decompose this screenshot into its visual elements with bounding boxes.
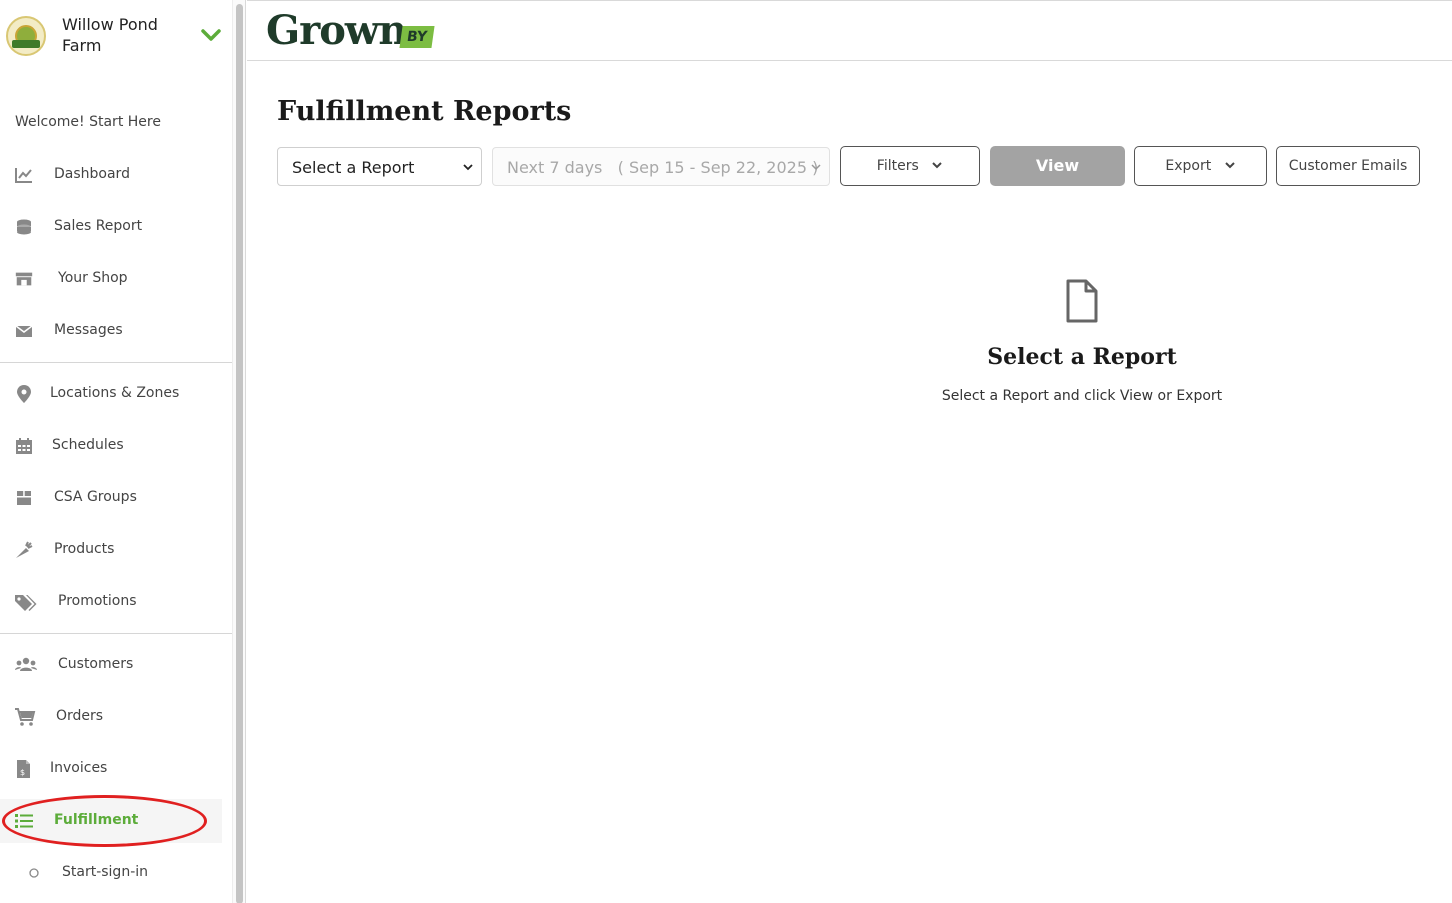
sidebar-item-label: Sales Report <box>54 218 143 234</box>
empty-state: Select a Report Select a Report and clic… <box>880 278 1284 404</box>
sidebar-divider <box>0 633 232 634</box>
calendar-icon <box>16 438 32 454</box>
document-icon <box>1066 279 1098 323</box>
filters-button[interactable]: Filters <box>840 146 980 186</box>
chevron-down-icon <box>811 164 821 171</box>
carrot-icon <box>16 541 33 558</box>
sidebar-item-sales-report[interactable]: Sales Report <box>0 205 222 249</box>
date-range-select[interactable]: Next 7 days ( Sep 15 - Sep 22, 2025 ) <box>492 147 830 186</box>
farm-switcher[interactable]: Willow Pond Farm <box>0 0 232 72</box>
chevron-down-icon <box>932 162 942 169</box>
customer-emails-button[interactable]: Customer Emails <box>1276 146 1420 186</box>
sidebar-item-orders[interactable]: Orders <box>0 695 222 739</box>
sidebar-item-label: Locations & Zones <box>50 385 180 401</box>
sidebar-item-label: Products <box>54 541 115 557</box>
sidebar-item-label: Messages <box>54 322 123 338</box>
sidebar-item-label: Your Shop <box>58 270 128 286</box>
sidebar-item-your-shop[interactable]: Your Shop <box>0 257 222 301</box>
sidebar-item-label: Orders <box>56 708 104 724</box>
chevron-down-icon <box>1224 162 1235 169</box>
chevron-down-icon <box>463 164 473 171</box>
sidebar-item-label: CSA Groups <box>54 489 137 505</box>
filters-button-label: Filters <box>876 158 919 174</box>
sidebar-item-label: Customers <box>58 656 134 672</box>
sidebar-item-locations-zones[interactable]: Locations & Zones <box>0 372 222 416</box>
brand-logo-suffix: BY <box>399 26 435 48</box>
circle-icon <box>29 868 39 878</box>
top-bar: Grown BY <box>247 0 1452 61</box>
envelope-icon <box>15 325 33 337</box>
sidebar-item-customers[interactable]: Customers <box>0 643 222 687</box>
empty-state-title: Select a Report <box>987 344 1177 370</box>
page-title: Fulfillment Reports <box>277 96 572 127</box>
sidebar-item-promotions[interactable]: Promotions <box>0 580 222 624</box>
sidebar-divider <box>0 362 232 363</box>
sidebar-item-label: Invoices <box>50 760 108 776</box>
sidebar-scrollbar[interactable] <box>232 0 246 903</box>
farm-logo <box>6 16 46 56</box>
svg-text:$: $ <box>20 768 25 777</box>
list-icon <box>15 814 33 828</box>
chart-line-icon <box>15 168 32 183</box>
map-pin-icon <box>17 385 31 403</box>
sidebar-item-dashboard[interactable]: Dashboard <box>0 153 222 197</box>
export-button-label: Export <box>1165 158 1212 174</box>
scrollbar-thumb[interactable] <box>236 4 243 903</box>
cart-icon <box>15 708 36 726</box>
sidebar: Willow Pond Farm Welcome! Start Here Das… <box>0 0 232 903</box>
chevron-down-icon[interactable] <box>200 24 222 46</box>
store-icon <box>15 272 33 286</box>
view-button[interactable]: View <box>990 146 1125 186</box>
sidebar-item-label: Promotions <box>58 593 137 609</box>
empty-state-subtitle: Select a Report and click View or Export <box>941 388 1223 404</box>
sidebar-item-invoices[interactable]: $ Invoices <box>0 747 222 791</box>
users-icon <box>15 657 37 671</box>
box-icon <box>17 491 31 505</box>
export-button[interactable]: Export <box>1134 146 1267 186</box>
report-select-value: Select a Report <box>292 158 415 177</box>
sidebar-item-start-sign-in[interactable]: Start-sign-in <box>0 851 222 895</box>
sidebar-item-fulfillment[interactable]: Fulfillment <box>0 799 222 843</box>
sidebar-item-csa-groups[interactable]: CSA Groups <box>0 476 222 520</box>
coins-icon <box>17 219 31 235</box>
report-select[interactable]: Select a Report <box>277 147 482 186</box>
invoice-icon: $ <box>17 760 30 778</box>
sidebar-item-messages[interactable]: Messages <box>0 309 222 353</box>
sidebar-item-label: Start-sign-in <box>62 864 149 880</box>
sidebar-item-schedules[interactable]: Schedules <box>0 424 222 468</box>
tags-icon <box>15 595 37 611</box>
sidebar-item-products[interactable]: Products <box>0 528 222 572</box>
sidebar-item-label: Dashboard <box>54 166 130 182</box>
brand-logo[interactable]: Grown <box>266 7 407 55</box>
sidebar-item-label: Fulfillment <box>54 812 139 828</box>
farm-name: Willow Pond Farm <box>62 15 158 55</box>
date-range-dates: ( Sep 15 - Sep 22, 2025 ) <box>617 158 819 177</box>
welcome-link[interactable]: Welcome! Start Here <box>15 114 161 130</box>
sidebar-item-label: Schedules <box>52 437 124 453</box>
date-range-value: Next 7 days ( Sep 15 - Sep 22, 2025 ) <box>507 158 818 177</box>
date-range-label: Next 7 days <box>507 158 603 177</box>
